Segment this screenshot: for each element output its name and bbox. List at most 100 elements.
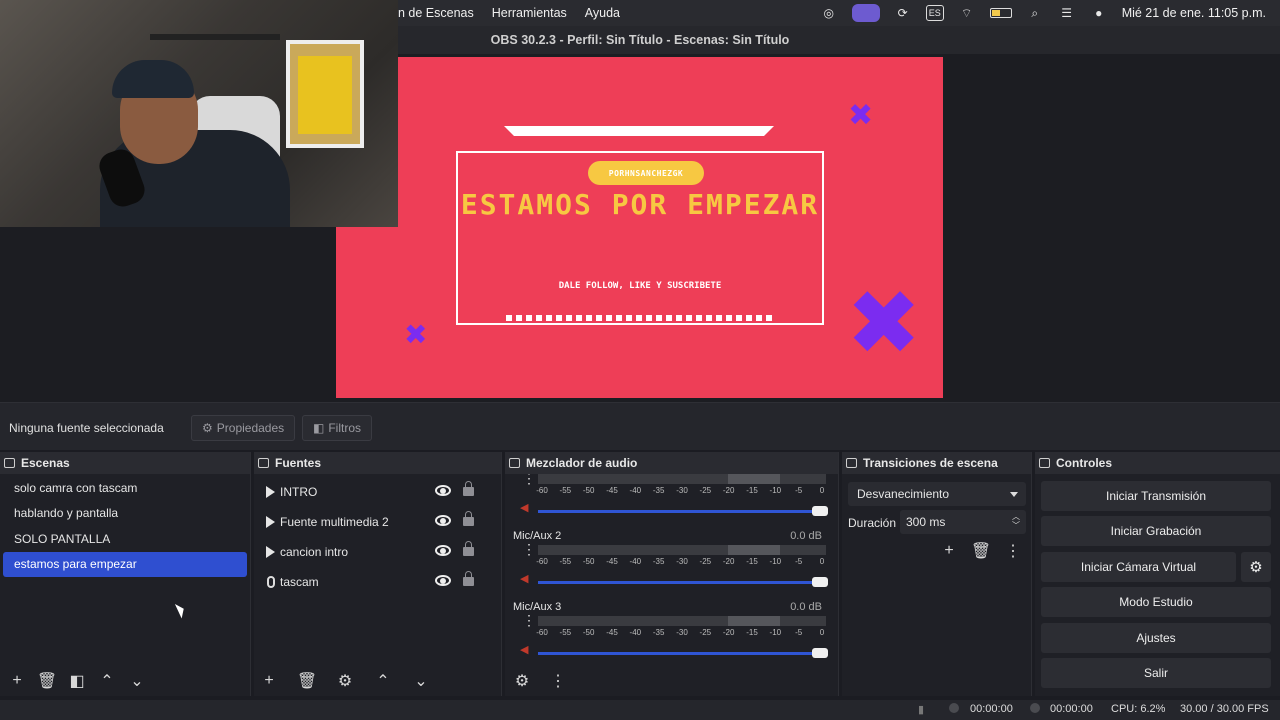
menu-help[interactable]: Ayuda — [585, 6, 620, 20]
scenes-dock: Escenas solo camra con tascam hablando y… — [0, 452, 251, 696]
transitions-dock: Transiciones de escena Desvanecimiento D… — [842, 452, 1032, 696]
transition-menu-button[interactable]: ⋮ — [1002, 540, 1024, 562]
scene-item[interactable]: solo camra con tascam — [3, 475, 247, 501]
add-source-button[interactable]: + — [258, 670, 280, 692]
source-item[interactable]: Fuente multimedia 2 — [254, 507, 501, 537]
volume-meter — [538, 474, 826, 484]
sources-header: Fuentes — [254, 452, 501, 474]
scale-tick-label: -20 — [722, 486, 735, 495]
slider-knob[interactable] — [812, 506, 828, 516]
scene-item[interactable]: SOLO PANTALLA — [3, 526, 247, 552]
menu-clock[interactable]: Mié 21 de ene. 11:05 p.m. — [1122, 6, 1266, 20]
virtualcam-settings-button[interactable]: ⚙ — [1241, 552, 1271, 582]
channel-menu-icon[interactable]: ⋮ — [522, 542, 536, 556]
search-icon[interactable]: ⌕ — [1026, 5, 1044, 21]
visibility-icon[interactable] — [435, 515, 451, 526]
duration-stepper[interactable]: 300 ms ︿ ﹀ — [900, 510, 1026, 534]
mute-icon[interactable]: ◀ — [520, 501, 534, 514]
add-transition-button[interactable]: + — [938, 540, 960, 562]
lock-icon[interactable] — [463, 481, 474, 496]
menu-tools[interactable]: Herramientas — [492, 6, 567, 20]
scene-filters-button[interactable]: ◧ — [66, 670, 88, 692]
input-source-badge[interactable]: ES — [925, 5, 944, 21]
mute-icon[interactable]: ◀ — [520, 572, 534, 585]
status-menu: ◎ ⟳ ES ⌔ ⌕ ☰ ● Mié 21 de ene. 11:05 p.m. — [820, 4, 1266, 22]
menu-list: n de Escenas Herramientas Ayuda — [398, 6, 620, 20]
cpu-usage: CPU: 6.2% — [1111, 703, 1166, 715]
play-icon — [266, 486, 275, 498]
move-down-button[interactable]: ⌄ — [410, 670, 432, 692]
gear-icon: ⚙ — [202, 421, 213, 435]
source-item[interactable]: tascam — [254, 567, 501, 597]
transition-select[interactable]: Desvanecimiento — [848, 482, 1026, 506]
start-virtualcam-button[interactable]: Iniciar Cámara Virtual — [1041, 552, 1236, 582]
mixer-channels[interactable]: ⋮ -60 -55 -50 -45 -40 -35 -30 -25 -20 -15 -10 -5 0 ◀… — [505, 474, 838, 664]
channel-menu-icon[interactable]: ⋮ — [522, 613, 536, 627]
volume-slider[interactable] — [538, 577, 828, 587]
control-center-icon[interactable]: ☰ — [1058, 5, 1076, 21]
studio-mode-button[interactable]: Modo Estudio — [1041, 587, 1271, 617]
lock-icon[interactable] — [463, 571, 474, 586]
remove-source-button[interactable]: 🗑 — [296, 670, 318, 692]
properties-button[interactable]: ⚙ Propiedades — [191, 415, 295, 441]
slider-knob[interactable] — [812, 577, 828, 587]
move-up-button[interactable]: ⌃ — [372, 670, 394, 692]
mute-icon[interactable]: ◀ — [520, 643, 534, 656]
source-label: INTRO — [280, 485, 318, 499]
visibility-icon[interactable] — [435, 545, 451, 556]
properties-bar: Ninguna fuente seleccionada ⚙ Propiedade… — [0, 402, 1280, 450]
scale-tick-label: -15 — [746, 628, 758, 637]
remove-scene-button[interactable]: 🗑 — [36, 670, 58, 692]
add-scene-button[interactable]: + — [6, 670, 28, 692]
webcam-feed[interactable] — [0, 0, 398, 227]
mixer-menu-button[interactable]: ⋮ — [547, 670, 569, 692]
settings-button[interactable]: Ajustes — [1041, 623, 1271, 653]
scale-tick-label: -15 — [746, 557, 758, 566]
start-record-button[interactable]: Iniciar Grabación — [1041, 516, 1271, 546]
battery-icon[interactable] — [989, 8, 1012, 18]
exit-button[interactable]: Salir — [1041, 658, 1271, 688]
channel-menu-icon[interactable]: ⋮ — [522, 474, 536, 485]
filters-button[interactable]: ◧ Filtros — [302, 415, 372, 441]
headline-text: ESTAMOS POR EMPEZAR — [460, 188, 820, 221]
visibility-icon[interactable] — [435, 575, 451, 586]
volume-slider[interactable] — [538, 506, 828, 516]
meter-scale: -60 -55 -50 -45 -40 -35 -30 -25 -20 -15 -10 -5 0 — [536, 628, 826, 638]
stream-status-icon — [949, 703, 959, 713]
siri-icon[interactable]: ● — [1090, 5, 1108, 21]
move-down-button[interactable]: ⌄ — [126, 670, 148, 692]
advanced-audio-button[interactable]: ⚙ — [511, 670, 533, 692]
visibility-icon[interactable] — [435, 485, 451, 496]
scene-item-selected[interactable]: estamos para empezar — [3, 551, 247, 577]
source-properties-button[interactable]: ⚙ — [334, 670, 356, 692]
focus-icon[interactable]: ◎ — [820, 5, 838, 21]
transition-value: Desvanecimiento — [857, 487, 950, 501]
source-item[interactable]: cancion intro — [254, 537, 501, 567]
lock-icon[interactable] — [463, 511, 474, 526]
channel-name: Mic/Aux 2 — [513, 530, 562, 542]
stepper-arrows-icon[interactable]: ︿ ﹀ — [1012, 512, 1020, 530]
source-label: cancion intro — [280, 545, 349, 559]
screen-record-icon[interactable] — [851, 4, 880, 22]
wifi-icon[interactable]: ⌔ — [958, 5, 976, 21]
scale-tick-label: -5 — [795, 628, 803, 637]
mixer-toolbar: ⚙ ⋮ — [505, 666, 838, 696]
slider-knob[interactable] — [812, 648, 828, 658]
lock-icon[interactable] — [463, 541, 474, 556]
menu-scene-collection[interactable]: n de Escenas — [398, 6, 474, 20]
chevron-down-icon — [1010, 492, 1018, 497]
mixer-channel: ⋮ -60 -55 -50 -45 -40 -35 -30 -25 -20 -15 -10 -5 0 ◀ — [505, 474, 838, 528]
scale-tick-label: -45 — [606, 557, 618, 566]
scene-item[interactable]: hablando y pantalla — [3, 501, 247, 527]
scenes-toolbar: + 🗑 ◧ ⌃ ⌄ — [0, 666, 250, 696]
volume-slider[interactable] — [538, 648, 828, 658]
remove-transition-button[interactable]: 🗑 — [970, 540, 992, 562]
no-source-label: Ninguna fuente seleccionada — [9, 421, 164, 435]
mixer-title: Mezclador de audio — [526, 456, 638, 470]
scene-preview[interactable]: PORHNSANCHEZGK ESTAMOS POR EMPEZAR DALE … — [336, 57, 943, 398]
source-item[interactable]: INTRO — [254, 477, 501, 507]
sync-icon[interactable]: ⟳ — [894, 5, 912, 21]
start-stream-button[interactable]: Iniciar Transmisión — [1041, 481, 1271, 511]
move-up-button[interactable]: ⌃ — [96, 670, 118, 692]
mixer-channel: Mic/Aux 3 0.0 dB ⋮ -60 -55 -50 -45 -40 -35 -30… — [505, 599, 838, 664]
